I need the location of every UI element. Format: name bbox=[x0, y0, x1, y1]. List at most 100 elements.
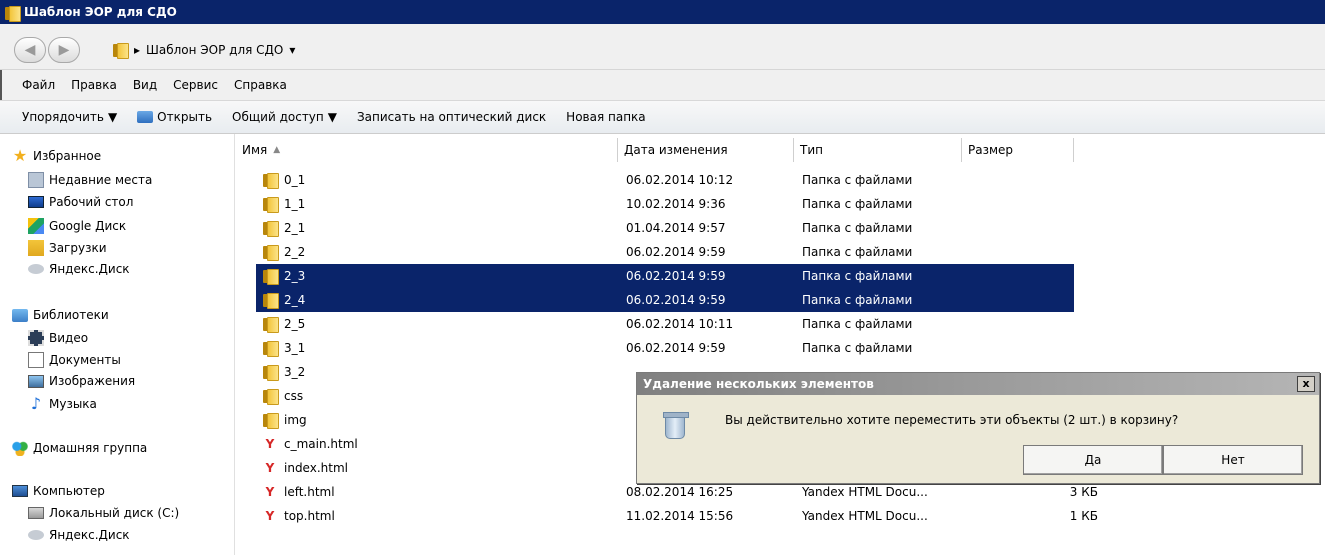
nav-downloads[interactable]: Загрузки bbox=[28, 240, 107, 256]
nav-documents[interactable]: Документы bbox=[28, 352, 121, 368]
nav-favorites-label: Избранное bbox=[33, 149, 102, 163]
nav-desktop[interactable]: Рабочий стол bbox=[28, 195, 133, 209]
folder-icon bbox=[262, 412, 279, 429]
file-name-cell: 2_4 bbox=[262, 288, 562, 312]
file-name: index.html bbox=[284, 461, 348, 475]
file-size bbox=[1038, 216, 1098, 240]
file-name-cell: 2_1 bbox=[262, 216, 562, 240]
column-header-name[interactable]: Имя ▲ bbox=[236, 138, 618, 162]
menu-help[interactable]: Справка bbox=[226, 74, 295, 96]
file-size bbox=[1038, 192, 1098, 216]
file-name-cell: Yleft.html bbox=[262, 480, 562, 504]
nav-google-drive[interactable]: Google Диск bbox=[28, 218, 126, 234]
google-drive-icon bbox=[28, 218, 44, 234]
share-button[interactable]: Общий доступ ▼ bbox=[222, 106, 347, 128]
file-type: Папка с файлами bbox=[802, 197, 913, 211]
folder-icon bbox=[262, 172, 279, 189]
nav-images[interactable]: Изображения bbox=[28, 374, 135, 388]
nav-downloads-label: Загрузки bbox=[49, 241, 107, 255]
file-row[interactable]: 2_5 06.02.2014 10:11 Папка с файлами bbox=[256, 312, 1074, 336]
recent-places-icon bbox=[28, 172, 44, 188]
file-row[interactable]: 2_1 01.04.2014 9:57 Папка с файлами bbox=[256, 216, 1074, 240]
close-button[interactable]: x bbox=[1297, 376, 1315, 392]
file-name-cell: css bbox=[262, 384, 562, 408]
new-folder-button[interactable]: Новая папка bbox=[556, 106, 655, 128]
nav-homegroup[interactable]: Домашняя группа bbox=[12, 440, 147, 456]
nav-yadisk-label: Яндекс.Диск bbox=[49, 262, 130, 276]
nav-recent-places[interactable]: Недавние места bbox=[28, 172, 152, 188]
menu-edit[interactable]: Правка bbox=[63, 74, 125, 96]
nav-favorites[interactable]: ★ Избранное bbox=[12, 148, 101, 164]
file-row[interactable]: Ytop.html 11.02.2014 15:56 Yandex HTML Doc… bbox=[256, 504, 1098, 528]
file-name: 3_2 bbox=[284, 365, 306, 379]
file-row[interactable]: 3_1 06.02.2014 9:59 Папка с файлами bbox=[256, 336, 1074, 360]
arrow-left-icon: ◀ bbox=[24, 42, 36, 58]
chevron-down-icon[interactable]: ▾ bbox=[289, 43, 295, 57]
file-row[interactable]: 1_1 10.02.2014 9:36 Папка с файлами bbox=[256, 192, 1074, 216]
column-header-date[interactable]: Дата изменения bbox=[618, 138, 794, 162]
folder-icon bbox=[262, 292, 279, 309]
file-row[interactable]: 2_2 06.02.2014 9:59 Папка с файлами bbox=[256, 240, 1074, 264]
column-header-type[interactable]: Тип bbox=[794, 138, 962, 162]
file-name: left.html bbox=[284, 485, 335, 499]
file-row[interactable]: 2_4 06.02.2014 9:59 Папка с файлами bbox=[256, 288, 1074, 312]
yandex-html-icon: Y bbox=[265, 509, 275, 523]
folder-icon bbox=[262, 244, 279, 261]
file-name: 2_4 bbox=[284, 293, 306, 307]
window-titlebar[interactable]: Шаблон ЭОР для СДО bbox=[0, 0, 1325, 24]
recycle-bin-icon bbox=[663, 411, 689, 441]
nav-yandex-disk[interactable]: Яндекс.Диск bbox=[28, 262, 130, 276]
organize-button[interactable]: Упорядочить ▼ bbox=[12, 106, 127, 128]
breadcrumb-current[interactable]: Шаблон ЭОР для СДО bbox=[146, 43, 283, 57]
open-button[interactable]: Открыть bbox=[127, 106, 222, 128]
dialog-titlebar[interactable]: Удаление нескольких элементов x bbox=[637, 373, 1319, 395]
file-row[interactable]: 2_3 06.02.2014 9:59 Папка с файлами bbox=[256, 264, 1074, 288]
file-date: 06.02.2014 9:59 bbox=[626, 341, 726, 355]
file-name: 1_1 bbox=[284, 197, 306, 211]
file-name-cell: 2_2 bbox=[262, 240, 562, 264]
nav-music[interactable]: ♪ Музыка bbox=[28, 396, 97, 412]
forward-button[interactable]: ▶ bbox=[48, 37, 80, 63]
yandex-html-icon: Y bbox=[265, 437, 275, 451]
burn-button[interactable]: Записать на оптический диск bbox=[347, 106, 556, 128]
yes-button[interactable]: Да bbox=[1023, 445, 1163, 475]
yandex-disk-icon bbox=[28, 264, 44, 274]
column-name-label: Имя bbox=[242, 143, 268, 157]
arrow-right-icon: ▶ bbox=[58, 42, 70, 58]
back-button[interactable]: ◀ bbox=[14, 37, 46, 63]
folder-icon bbox=[262, 340, 279, 357]
menu-view[interactable]: Вид bbox=[125, 74, 165, 96]
nav-recent-label: Недавние места bbox=[49, 173, 153, 187]
dialog-message: Вы действительно хотите переместить эти … bbox=[725, 413, 1179, 427]
nav-libraries[interactable]: Библиотеки bbox=[12, 308, 109, 322]
file-date: 06.02.2014 9:59 bbox=[626, 245, 726, 259]
nav-local-disk[interactable]: Локальный диск (C:) bbox=[28, 506, 179, 520]
video-icon bbox=[28, 330, 44, 346]
file-size: 1 КБ bbox=[1069, 509, 1098, 523]
file-name-cell: 3_2 bbox=[262, 360, 562, 384]
address-bar[interactable]: ▸ Шаблон ЭОР для СДО ▾ bbox=[112, 37, 295, 63]
file-size bbox=[1038, 336, 1098, 360]
column-header-size[interactable]: Размер bbox=[962, 138, 1074, 162]
folder-icon bbox=[262, 268, 279, 285]
nav-computer[interactable]: Компьютер bbox=[12, 484, 105, 498]
chevron-right-icon[interactable]: ▸ bbox=[134, 43, 140, 57]
nav-buttons: ◀ ▶ bbox=[14, 37, 94, 63]
file-name: 2_1 bbox=[284, 221, 306, 235]
file-row[interactable]: 0_1 06.02.2014 10:12 Папка с файлами bbox=[256, 168, 1074, 192]
file-type: Папка с файлами bbox=[802, 245, 913, 259]
file-type: Папка с файлами bbox=[802, 317, 913, 331]
nav-gdrive-label: Google Диск bbox=[49, 219, 127, 233]
file-name: img bbox=[284, 413, 307, 427]
nav-yandex-disk-2[interactable]: Яндекс.Диск bbox=[28, 528, 130, 542]
nav-music-label: Музыка bbox=[49, 397, 97, 411]
no-button[interactable]: Нет bbox=[1163, 445, 1303, 475]
sort-ascending-icon: ▲ bbox=[273, 145, 281, 155]
file-size bbox=[1038, 264, 1098, 288]
dialog-title: Удаление нескольких элементов bbox=[643, 377, 874, 391]
caret-down-icon: ▼ bbox=[327, 110, 337, 124]
column-date-label: Дата изменения bbox=[624, 143, 728, 157]
menu-tools[interactable]: Сервис bbox=[165, 74, 226, 96]
nav-video[interactable]: Видео bbox=[28, 330, 88, 346]
menu-file[interactable]: Файл bbox=[14, 74, 63, 96]
